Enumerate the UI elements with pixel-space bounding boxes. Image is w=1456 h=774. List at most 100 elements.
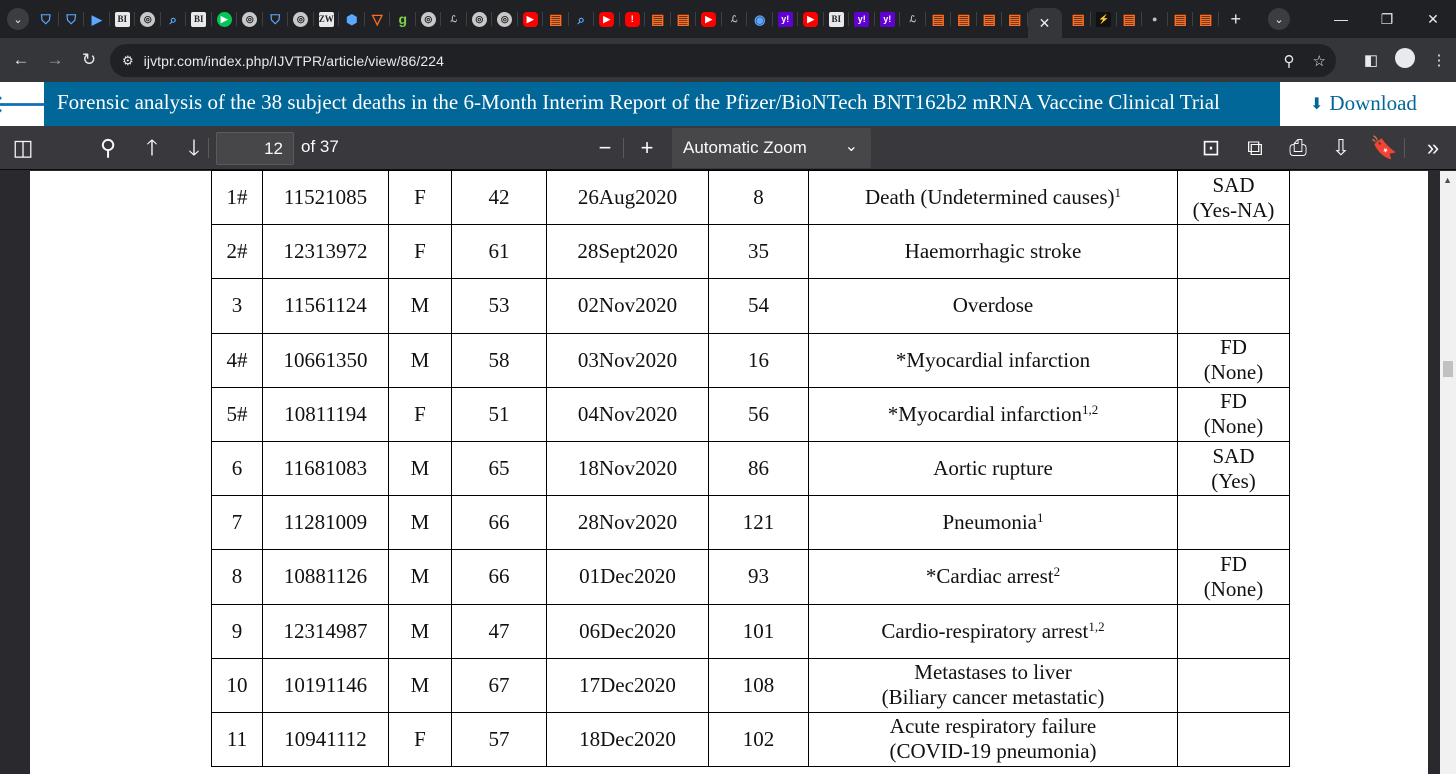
- minimize-button[interactable]: —: [1318, 11, 1364, 27]
- minimize-icon: —: [1334, 11, 1348, 27]
- document-icon: ▶: [91, 11, 102, 27]
- browser-tab[interactable]: ●: [1142, 0, 1168, 38]
- tab-search-button[interactable]: ⌄: [1268, 8, 1290, 30]
- return-to-article-button[interactable]: 🡐: [0, 82, 54, 126]
- scrollbar[interactable]: [1440, 171, 1456, 774]
- article-title-box[interactable]: Forensic analysis of the 38 subject deat…: [44, 82, 1280, 126]
- browser-tab[interactable]: ▤: [926, 0, 952, 38]
- forward-button[interactable]: →: [38, 50, 72, 70]
- browser-tab[interactable]: ▤: [671, 0, 697, 38]
- browser-tab[interactable]: ◎: [237, 0, 263, 38]
- browser-tab[interactable]: ⚡: [1091, 0, 1117, 38]
- browser-tab[interactable]: ▶: [84, 0, 110, 38]
- browser-tab[interactable]: y!: [849, 0, 875, 38]
- browser-tab[interactable]: ▶: [798, 0, 824, 38]
- browser-tab[interactable]: ⛉: [263, 0, 289, 38]
- browser-tab[interactable]: ⌕: [161, 0, 187, 38]
- zoom-out-icon[interactable]: −: [591, 134, 619, 162]
- print-icon[interactable]: ⎙: [1284, 134, 1312, 162]
- scroll-up-icon[interactable]: ▲: [1443, 175, 1452, 185]
- address-bar[interactable]: ⚙ ijvtpr.com/index.php/IJVTPR/article/vi…: [110, 44, 1336, 77]
- save-icon[interactable]: ⇩: [1327, 134, 1355, 162]
- open-file-icon[interactable]: ⧉: [1241, 134, 1269, 162]
- browser-tab[interactable]: ▤: [1066, 0, 1092, 38]
- reload-button[interactable]: ↻: [72, 50, 106, 70]
- scrollbar-thumb[interactable]: [1443, 361, 1453, 377]
- pdf-viewer[interactable]: 1# 11521085 F 42 26Aug2020 8 Death (Undetermin…: [0, 169, 1456, 774]
- new-tab-button[interactable]: +: [1231, 9, 1242, 30]
- browser-tab[interactable]: BI: [824, 0, 850, 38]
- brave-icon: ▽: [371, 11, 383, 27]
- yahoo-icon: y!: [879, 11, 895, 27]
- tools-menu-icon[interactable]: »: [1419, 134, 1447, 162]
- sidebar-toggle-icon[interactable]: ◫: [9, 134, 37, 162]
- event-cell: Death (Undetermined causes)1: [808, 169, 1178, 226]
- browser-tab[interactable]: ◎: [467, 0, 493, 38]
- browser-tab[interactable]: ▤: [1193, 0, 1219, 38]
- browser-tab[interactable]: ▶: [696, 0, 722, 38]
- menu-button[interactable]: ⋮: [1422, 51, 1456, 69]
- event-line: (COVID-19 pneumonia): [889, 739, 1097, 764]
- tabs: ⛉ ⛉ ▶ BI ◎ ⌕ BI ▶ ◎ ⛉ ◎ ZW ⬢ ▽ g ◎ ℒ ◎ ◎ ▶ ▤ ⌕ ▶! ▤ ▤ ▶ ℒ ◉ y! ▶ BI y! y…: [33, 0, 1028, 38]
- close-window-button[interactable]: ✕: [1410, 11, 1456, 28]
- browser-tab[interactable]: ⬢: [339, 0, 365, 38]
- bookmark-star-icon[interactable]: ☆: [1313, 52, 1326, 70]
- browser-tab[interactable]: ▤: [543, 0, 569, 38]
- browser-tab[interactable]: ZW: [314, 0, 340, 38]
- browser-tab[interactable]: y!: [773, 0, 799, 38]
- classification-cell: FD (None): [1177, 332, 1290, 388]
- table-cell: M: [388, 603, 452, 659]
- zoom-icon[interactable]: ⚲: [1284, 52, 1295, 70]
- browser-tab[interactable]: ◎: [416, 0, 442, 38]
- separator: [208, 138, 209, 158]
- browser-tab[interactable]: ▤: [645, 0, 671, 38]
- url-text[interactable]: ijvtpr.com/index.php/IJVTPR/article/view…: [144, 53, 444, 69]
- active-tab[interactable]: ✕: [1027, 8, 1062, 38]
- browser-tab[interactable]: ▤: [951, 0, 977, 38]
- browser-tab[interactable]: ▤: [977, 0, 1003, 38]
- browser-tab[interactable]: ▶: [594, 0, 620, 38]
- table-cell: 12314987: [262, 603, 389, 659]
- browser-tab[interactable]: ◎: [135, 0, 161, 38]
- browser-tab[interactable]: ◎: [492, 0, 518, 38]
- close-icon[interactable]: ✕: [1039, 15, 1051, 32]
- bookmark-icon[interactable]: 🔖: [1370, 134, 1398, 162]
- browser-tab[interactable]: ℒ: [722, 0, 748, 38]
- browser-tab[interactable]: ⛉: [33, 0, 59, 38]
- side-panel-button[interactable]: ◧: [1354, 51, 1388, 69]
- browser-tab[interactable]: ▶: [518, 0, 544, 38]
- profile-button[interactable]: [1388, 48, 1422, 72]
- download-button[interactable]: ⬇ Download: [1310, 91, 1417, 116]
- browser-tab[interactable]: ▶: [212, 0, 238, 38]
- browser-tab[interactable]: ◎: [288, 0, 314, 38]
- page-number-input[interactable]: 12: [216, 132, 294, 165]
- previous-page-icon[interactable]: 🡑: [138, 134, 166, 162]
- restore-button[interactable]: ❐: [1364, 11, 1410, 28]
- browser-tab[interactable]: ℒ: [441, 0, 467, 38]
- browser-tab[interactable]: !: [620, 0, 646, 38]
- browser-tab[interactable]: ℒ: [900, 0, 926, 38]
- browser-tab[interactable]: ◉: [747, 0, 773, 38]
- tab-strip: ⌄ ⛉ ⛉ ▶ BI ◎ ⌕ BI ▶ ◎ ⛉ ◎ ZW ⬢ ▽ g ◎ ℒ ◎ ◎ ▶ ▤ ⌕ ▶! ▤ ▤ ▶ ℒ ◉ y! ▶ BI y…: [0, 0, 1456, 38]
- search-icon[interactable]: ⚲: [94, 134, 122, 162]
- browser-tab[interactable]: BI: [110, 0, 136, 38]
- browser-tab[interactable]: ▤: [1168, 0, 1194, 38]
- browser-tab[interactable]: g: [390, 0, 416, 38]
- browser-tab[interactable]: BI: [186, 0, 212, 38]
- table-cell: 18Dec2020: [546, 711, 709, 768]
- next-page-icon[interactable]: 🡓: [180, 134, 208, 162]
- tab-list-button[interactable]: ⌄: [7, 8, 29, 30]
- browser-tab[interactable]: ⌕: [569, 0, 595, 38]
- table-cell: 93: [708, 549, 809, 605]
- browser-tab[interactable]: ▤: [1117, 0, 1143, 38]
- browser-tab[interactable]: ⛉: [59, 0, 85, 38]
- presentation-mode-icon[interactable]: ⊡: [1197, 134, 1225, 162]
- back-button[interactable]: ←: [4, 50, 38, 70]
- zoom-select[interactable]: Automatic Zoom ⌄: [672, 128, 871, 168]
- browser-tab[interactable]: ▤: [1002, 0, 1028, 38]
- site-settings-icon[interactable]: ⚙: [122, 53, 134, 69]
- browser-tab[interactable]: y!: [875, 0, 901, 38]
- browser-tab[interactable]: ▽: [365, 0, 391, 38]
- zoom-in-icon[interactable]: +: [633, 134, 661, 162]
- substack-icon: ▤: [1071, 11, 1085, 27]
